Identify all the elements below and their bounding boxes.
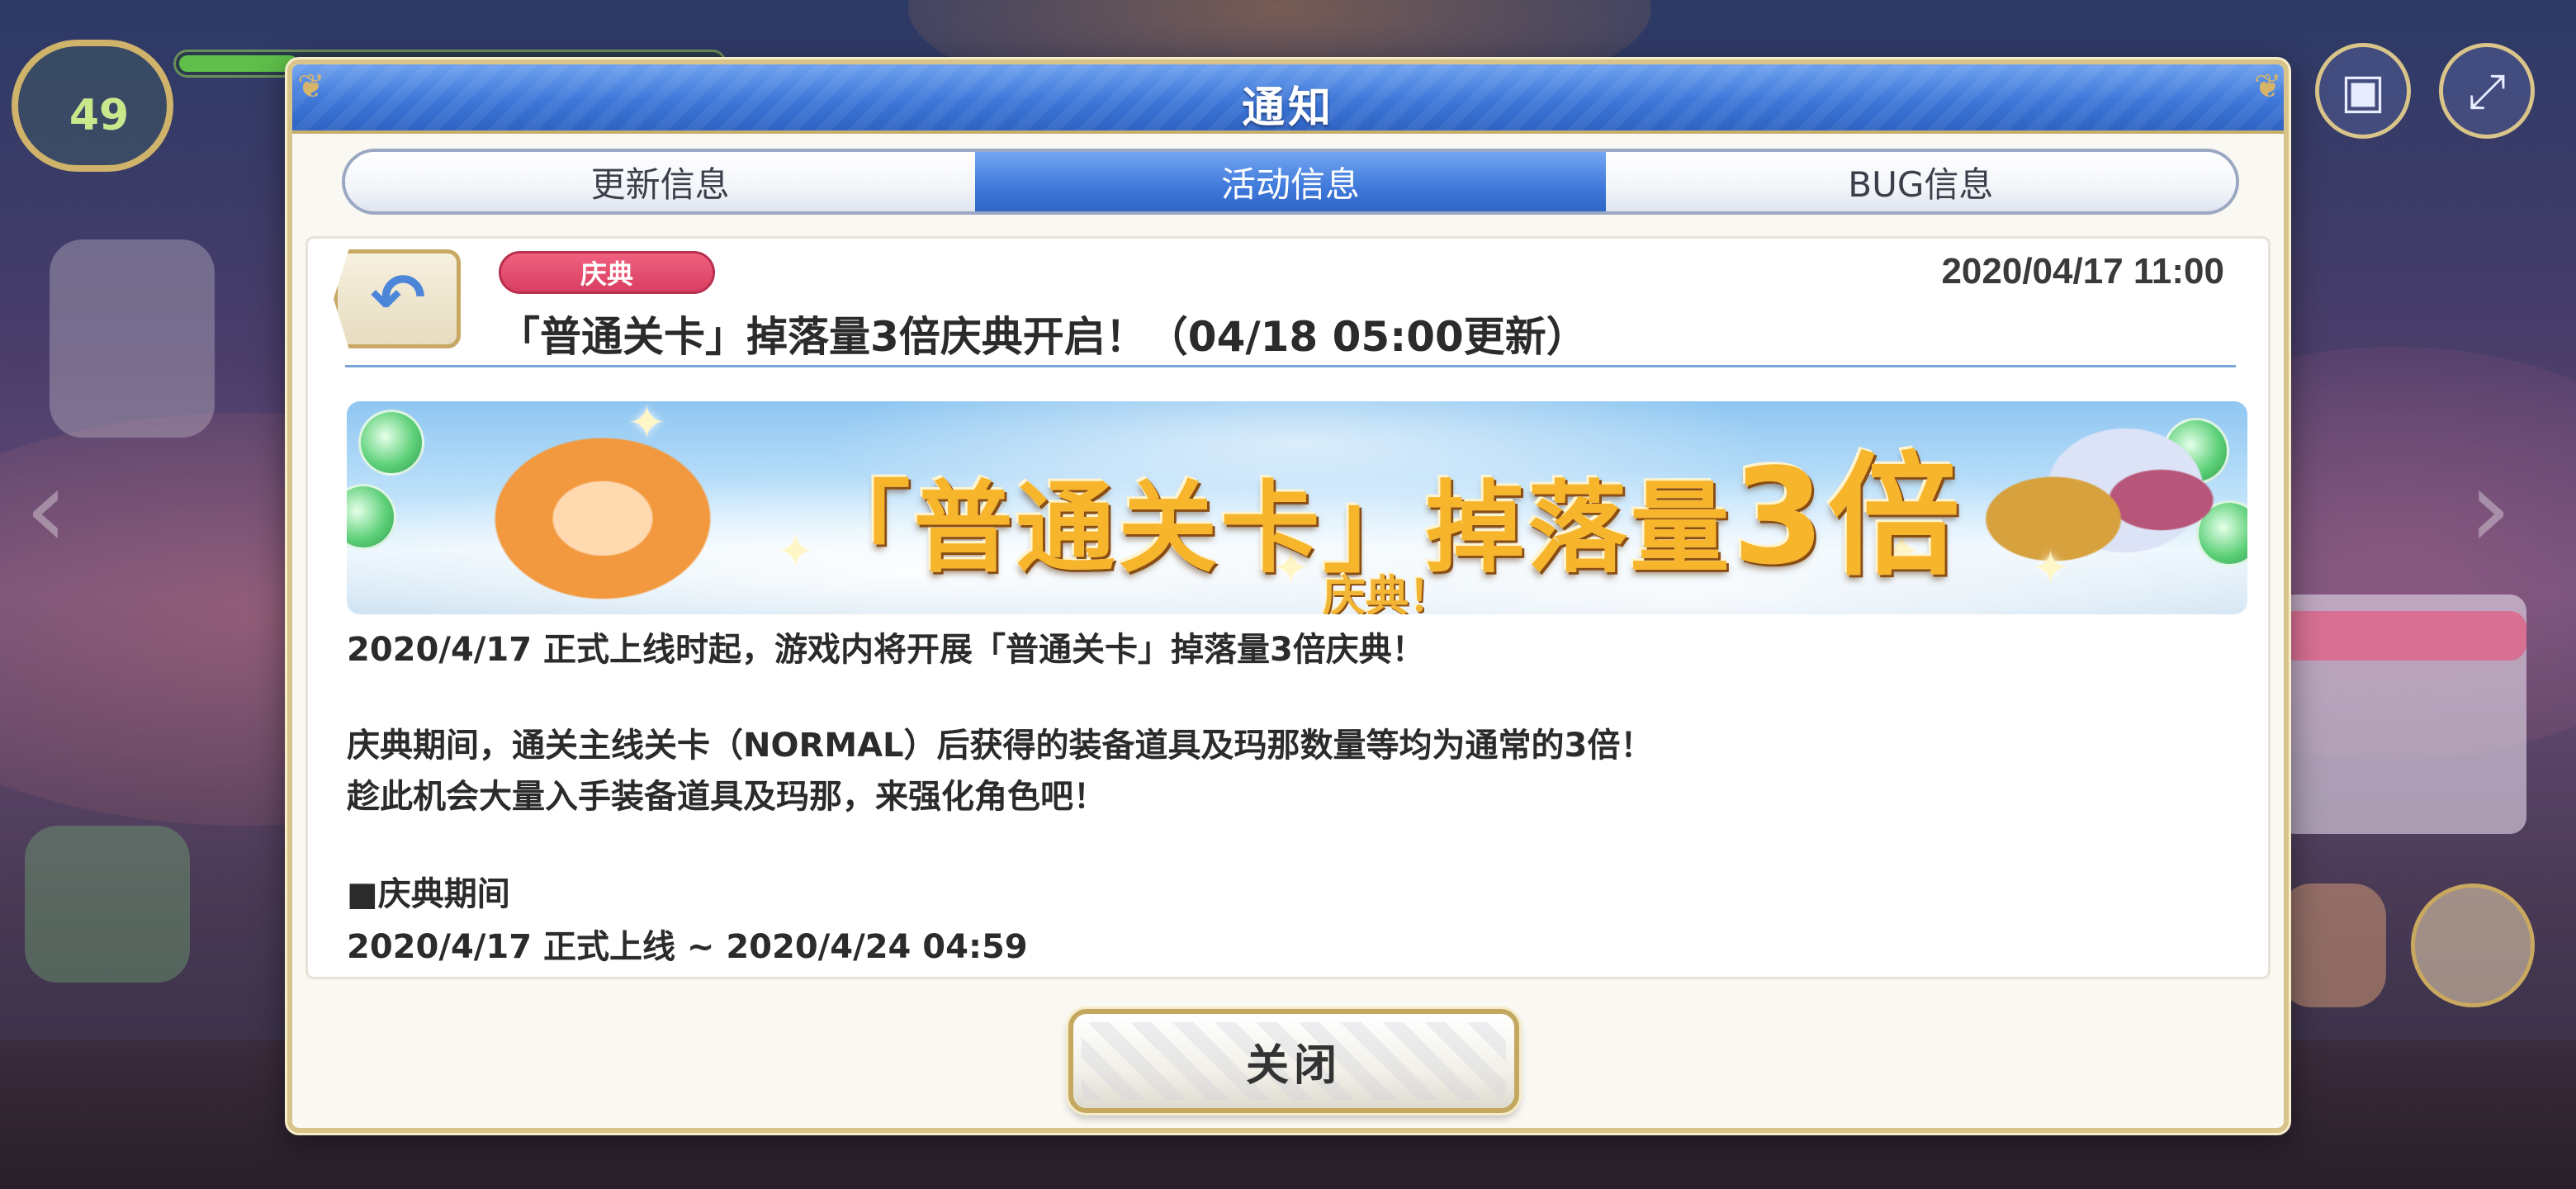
article-paragraph: 趁此机会大量入手装备道具及玛那，来强化角色吧！ <box>347 778 1106 816</box>
background-panel-header <box>2279 611 2526 661</box>
fullscreen-icon: ⤢ <box>2439 43 2535 139</box>
banner-character <box>446 401 760 614</box>
background-character <box>50 239 215 438</box>
tab-update-info[interactable]: 更新信息 <box>345 152 976 211</box>
tab-event-info[interactable]: 活动信息 <box>975 152 1606 211</box>
headline-divider <box>345 365 2236 367</box>
player-level: 49 <box>69 91 130 140</box>
left-arrow-icon: ‹ <box>25 446 68 571</box>
category-badge: 庆典 <box>499 251 715 294</box>
background-item <box>2279 883 2386 1007</box>
notice-dialog: ❦ ❦ 通知 更新信息 活动信息 BUG信息 ↶ 庆典 2020/04/17 1… <box>287 59 2289 1133</box>
background-character <box>25 826 190 983</box>
menu-icon: ▣ <box>2315 43 2411 139</box>
exp-bar-fill <box>179 55 299 72</box>
right-arrow-icon: › <box>2469 446 2512 571</box>
banner-items <box>1982 414 2221 604</box>
article-paragraph: 庆典期间，通关主线关卡（NORMAL）后获得的装备道具及玛那数量等均为通常的3倍… <box>347 727 1654 765</box>
banner-orb <box>358 410 424 476</box>
notice-tabs: 更新信息 活动信息 BUG信息 <box>342 149 2239 215</box>
article-date: 2020/04/17 11:00 <box>1941 251 2224 291</box>
article-section-heading: ■庆典期间 <box>347 875 510 913</box>
tab-bug-info[interactable]: BUG信息 <box>1605 152 2236 211</box>
dialog-header: ❦ ❦ 通知 <box>292 64 2284 134</box>
back-button[interactable]: ↶ <box>334 249 461 348</box>
close-button-label: 关闭 <box>1245 1040 1342 1091</box>
back-arrow-icon: ↶ <box>370 259 426 336</box>
gift-icon <box>2411 883 2535 1007</box>
event-banner: ✦ ✦ ✦ ✦ ✦ 「普通关卡」掉落量3倍 庆典！ <box>347 401 2247 614</box>
article-paragraph: 2020/4/17 正式上线 ~ 2020/4/24 04:59 <box>347 928 1028 966</box>
sparkle-icon: ✦ <box>627 401 666 450</box>
dialog-title: 通知 <box>1241 83 1334 133</box>
banner-subtitle: 庆典！ <box>1322 572 1451 614</box>
close-button[interactable]: 关闭 <box>1068 1009 1519 1113</box>
sparkle-icon: ✦ <box>2031 542 2070 595</box>
article-paragraph: 2020/4/17 正式上线时起，游戏内将开展「普通关卡」掉落量3倍庆典！ <box>347 631 1425 669</box>
article-headline: 「普通关卡」掉落量3倍庆典开启！（04/18 05:00更新） <box>499 313 1588 361</box>
